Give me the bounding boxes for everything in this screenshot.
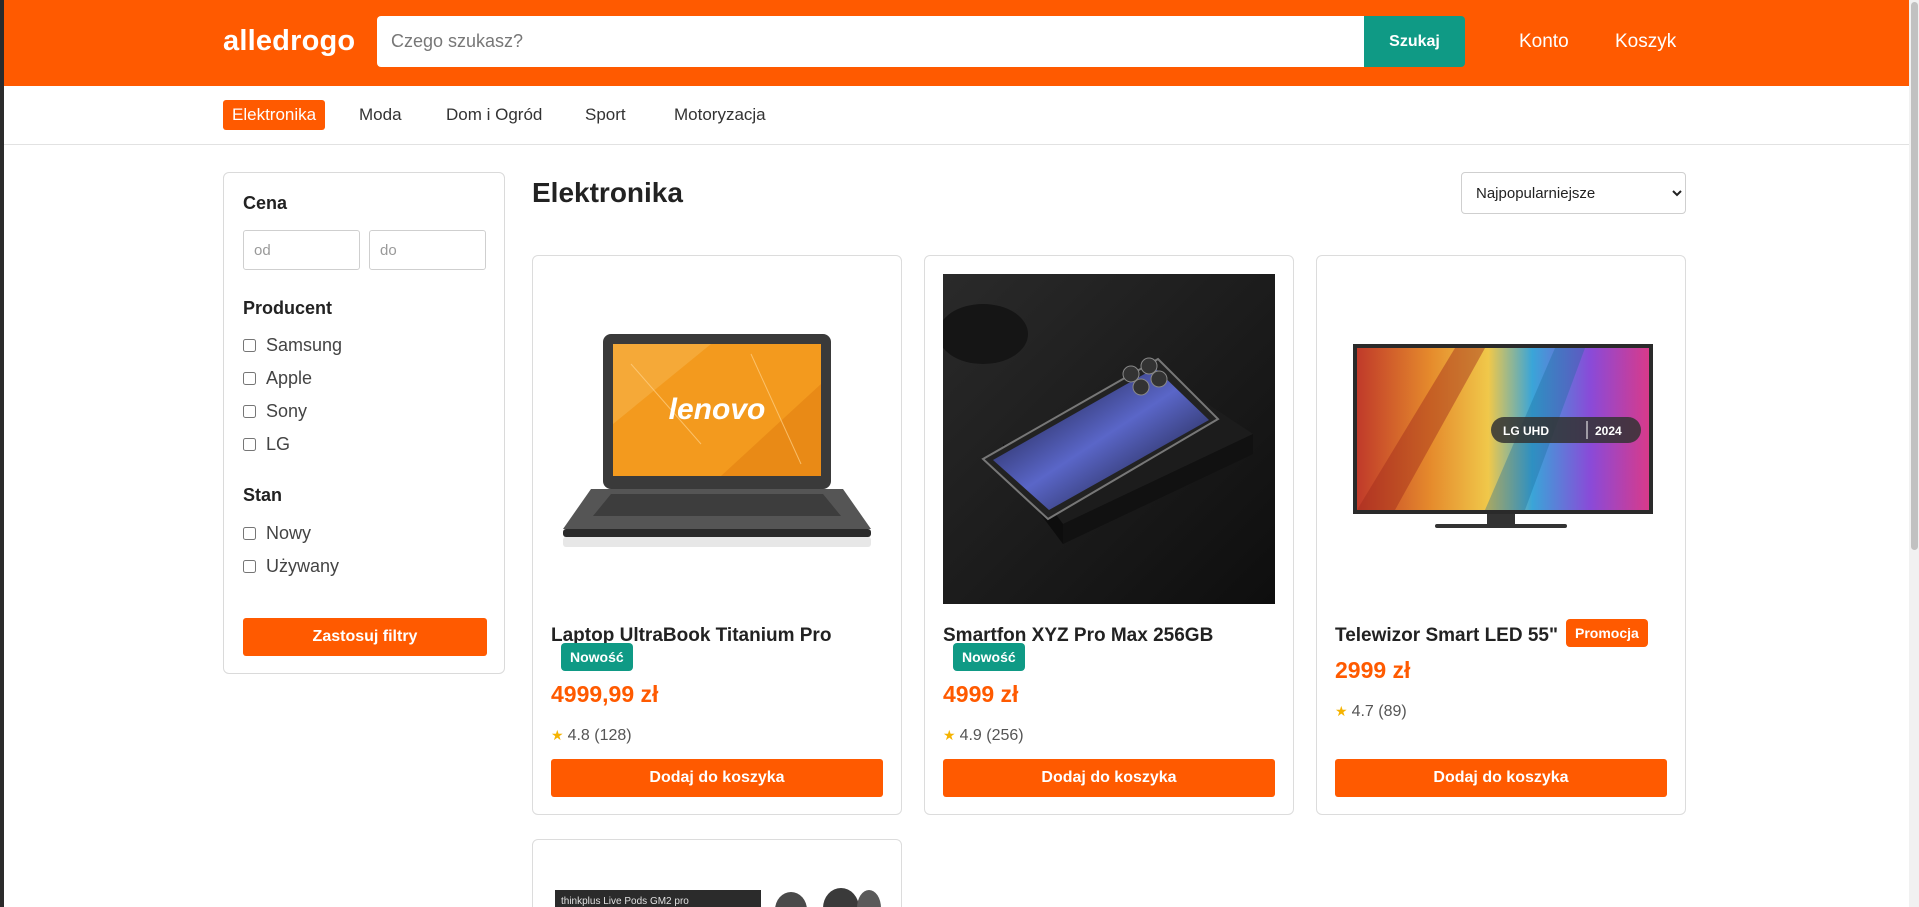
category-nav: Elektronika Moda Dom i Ogród Sport Motor… bbox=[4, 86, 1909, 145]
new-badge: Nowość bbox=[561, 643, 633, 671]
producer-checkbox[interactable] bbox=[243, 338, 256, 352]
window-edge bbox=[0, 0, 4, 907]
search-input[interactable] bbox=[377, 16, 1364, 67]
category-moda[interactable]: Moda bbox=[350, 100, 411, 130]
product-rating: ★ 4.9 (256) bbox=[943, 727, 1024, 745]
producer-checkbox[interactable] bbox=[243, 437, 256, 451]
producer-label: Apple bbox=[266, 367, 313, 388]
product-card[interactable]: Smartfon XYZ Pro Max 256GB Nowość 4999 z… bbox=[924, 255, 1294, 815]
new-badge: Nowość bbox=[953, 643, 1025, 671]
product-price: 2999 zł bbox=[1335, 657, 1411, 683]
product-price: 4999 zł bbox=[943, 681, 1019, 707]
star-icon: ★ bbox=[943, 727, 956, 743]
condition-checkbox[interactable] bbox=[243, 526, 256, 540]
search-button[interactable]: Szukaj bbox=[1364, 16, 1465, 67]
star-icon: ★ bbox=[1335, 703, 1348, 719]
site-header: alledrogo Szukaj Konto Koszyk bbox=[4, 0, 1909, 86]
producer-checkbox[interactable] bbox=[243, 371, 256, 385]
condition-option-nowy[interactable]: Nowy bbox=[243, 522, 311, 544]
svg-text:LG UHD: LG UHD bbox=[1503, 424, 1549, 438]
svg-text:thinkplus Live Pods GM2 pro: thinkplus Live Pods GM2 pro bbox=[561, 896, 689, 907]
category-dom-i-ogrod[interactable]: Dom i Ogród bbox=[437, 100, 551, 130]
star-icon: ★ bbox=[551, 727, 564, 743]
product-card[interactable]: thinkplus Live Pods GM2 pro bbox=[532, 839, 902, 907]
producer-heading: Producent bbox=[243, 298, 333, 318]
filters-panel: Cena Producent Samsung Apple Sony LG Sta… bbox=[223, 172, 505, 674]
rating-value: 4.7 (89) bbox=[1351, 703, 1407, 720]
producer-label: Samsung bbox=[266, 334, 343, 355]
cart-link[interactable]: Koszyk bbox=[1615, 31, 1676, 53]
tv-image[interactable]: LG UHD 2024 bbox=[1335, 274, 1667, 604]
rating-value: 4.8 (128) bbox=[567, 727, 632, 744]
producer-option-sony[interactable]: Sony bbox=[243, 400, 307, 422]
condition-checkbox[interactable] bbox=[243, 559, 256, 573]
product-card[interactable]: LG UHD 2024 Telewizor Smart LED 55" Prom… bbox=[1316, 255, 1686, 815]
earbuds-image[interactable]: thinkplus Live Pods GM2 pro bbox=[551, 858, 883, 907]
category-motoryzacja[interactable]: Motoryzacja bbox=[665, 100, 775, 130]
smartphone-image[interactable] bbox=[943, 274, 1275, 604]
svg-text:2024: 2024 bbox=[1595, 424, 1622, 438]
product-price: 4999,99 zł bbox=[551, 681, 659, 707]
promo-badge: Promocja bbox=[1566, 619, 1648, 647]
product-card[interactable]: lenovo Laptop UltraBook Titanium Pro Now… bbox=[532, 255, 902, 815]
producer-label: Sony bbox=[266, 400, 308, 421]
producer-label: LG bbox=[266, 433, 291, 454]
producer-option-lg[interactable]: LG bbox=[243, 433, 290, 455]
scrollbar-thumb[interactable] bbox=[1911, 2, 1918, 550]
site-logo[interactable]: alledrogo bbox=[223, 25, 355, 58]
price-from-input[interactable] bbox=[243, 230, 360, 270]
rating-value: 4.9 (256) bbox=[959, 727, 1024, 744]
account-link[interactable]: Konto bbox=[1519, 31, 1569, 53]
producer-option-apple[interactable]: Apple bbox=[243, 367, 312, 389]
condition-heading: Stan bbox=[243, 485, 283, 505]
category-sport[interactable]: Sport bbox=[576, 100, 635, 130]
condition-option-uzywany[interactable]: Używany bbox=[243, 555, 339, 577]
add-to-cart-button[interactable]: Dodaj do koszyka bbox=[1335, 759, 1667, 797]
page-title: Elektronika bbox=[532, 177, 683, 208]
apply-filters-button[interactable]: Zastosuj filtry bbox=[243, 618, 487, 656]
category-elektronika[interactable]: Elektronika bbox=[223, 100, 326, 130]
producer-option-samsung[interactable]: Samsung bbox=[243, 334, 342, 356]
sort-select[interactable]: Najpopularniejsze bbox=[1461, 172, 1686, 214]
condition-label: Używany bbox=[266, 555, 340, 576]
price-to-input[interactable] bbox=[369, 230, 486, 270]
add-to-cart-button[interactable]: Dodaj do koszyka bbox=[551, 759, 883, 797]
product-rating: ★ 4.8 (128) bbox=[551, 727, 632, 745]
svg-text:lenovo: lenovo bbox=[669, 393, 766, 426]
product-rating: ★ 4.7 (89) bbox=[1335, 703, 1407, 721]
add-to-cart-button[interactable]: Dodaj do koszyka bbox=[943, 759, 1275, 797]
price-heading: Cena bbox=[243, 193, 288, 213]
product-name[interactable]: Telewizor Smart LED 55" bbox=[1335, 625, 1558, 647]
condition-label: Nowy bbox=[266, 522, 312, 543]
producer-checkbox[interactable] bbox=[243, 404, 256, 418]
laptop-image[interactable]: lenovo bbox=[551, 274, 883, 604]
